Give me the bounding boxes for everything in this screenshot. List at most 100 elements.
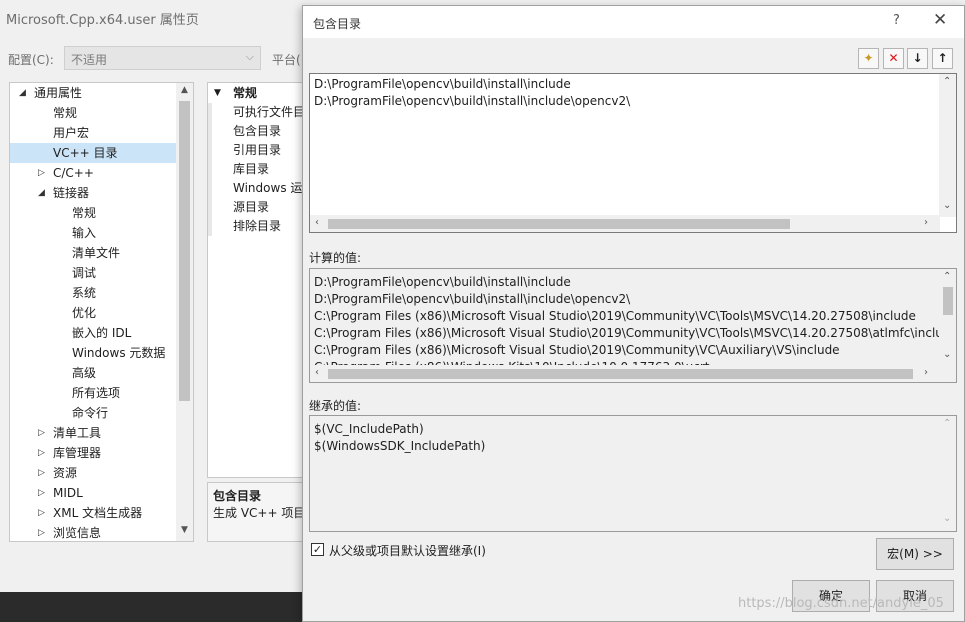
vertical-scrollbar[interactable]: ⌃ ⌄ — [939, 74, 956, 217]
tree-item-label: 优化 — [72, 306, 97, 320]
chevron-right-icon[interactable]: ▷ — [38, 503, 45, 523]
tree-item-label: C/C++ — [53, 166, 94, 180]
scroll-thumb[interactable] — [179, 101, 190, 401]
property-tree[interactable]: ◢ 通用属性 常规 用户宏 VC++ 目录 ▷ C/C++ ◢ 链接器 常规 输入 清单文件 调试 系统优… — [9, 82, 194, 542]
platform-label: 平台( — [272, 53, 301, 67]
tree-item[interactable]: ▷ 浏览信息 — [10, 523, 176, 541]
scroll-down-icon[interactable]: ▼ — [176, 525, 193, 535]
horizontal-scrollbar[interactable]: ‹ › — [310, 215, 940, 232]
scroll-left-icon[interactable]: ‹ — [315, 217, 319, 228]
tree-item[interactable]: 命令行 — [10, 403, 176, 423]
tree-item[interactable]: 输入 — [10, 223, 176, 243]
scroll-right-icon[interactable]: › — [924, 367, 928, 378]
tree-item[interactable]: 高级 — [10, 363, 176, 383]
macros-button[interactable]: 宏(M) >> — [876, 538, 954, 570]
move-up-button[interactable]: ↑ — [932, 48, 953, 69]
path-entry[interactable]: D:\ProgramFile\opencv\build\install\incl… — [314, 291, 630, 308]
tree-item-label: 系统 — [72, 286, 97, 300]
property-grid: ▼ 常规 可执行文件目 包含目录 引用目录 库目录 Windows 运源目录 排除目录 — [207, 82, 307, 478]
scroll-right-icon[interactable]: › — [924, 217, 928, 228]
new-folder-icon: ✦ — [863, 51, 874, 65]
property-row[interactable]: Windows 运 — [208, 179, 306, 198]
tree-item[interactable]: ◢ 链接器 — [10, 183, 176, 203]
property-row[interactable]: 源目录 — [208, 198, 306, 217]
delete-button[interactable]: ✕ — [883, 48, 904, 69]
tree-item[interactable]: 优化 — [10, 303, 176, 323]
path-entry[interactable]: $(VC_IncludePath) — [314, 421, 424, 438]
arrow-up-icon: ↑ — [937, 51, 948, 65]
tree-item[interactable]: ▷ 库管理器 — [10, 443, 176, 463]
tree-scrollbar[interactable]: ▲ ▼ — [176, 83, 193, 541]
tree-item[interactable]: 清单文件 — [10, 243, 176, 263]
property-row[interactable]: 排除目录 — [208, 217, 306, 236]
chevron-right-icon[interactable]: ▷ — [38, 443, 45, 463]
tree-item[interactable]: ▷ 清单工具 — [10, 423, 176, 443]
path-entry[interactable]: D:\ProgramFile\opencv\build\install\incl… — [314, 274, 571, 291]
tree-item[interactable]: ▷ MIDL — [10, 483, 176, 503]
scroll-down-icon[interactable]: ⌄ — [943, 200, 951, 211]
tree-item[interactable]: 常规 — [10, 203, 176, 223]
chevron-right-icon[interactable]: ▷ — [38, 163, 45, 183]
tree-item[interactable]: ▷ C/C++ — [10, 163, 176, 183]
property-description: 包含目录 生成 VC++ 项目 — [207, 482, 307, 542]
delete-icon: ✕ — [888, 51, 899, 65]
inherited-values-list[interactable]: $(VC_IncludePath) $(WindowsSDK_IncludePat… — [309, 415, 957, 532]
property-category[interactable]: ▼ 常规 — [208, 84, 306, 103]
help-icon[interactable]: ? — [893, 13, 900, 28]
tree-item[interactable]: 系统 — [10, 283, 176, 303]
tree-item[interactable]: ▷ 资源 — [10, 463, 176, 483]
path-entry[interactable]: D:\ProgramFile\opencv\build\install\incl… — [314, 76, 571, 93]
tree-item[interactable]: 所有选项 — [10, 383, 176, 403]
path-entry[interactable]: C:\Program Files (x86)\Microsoft Visual … — [314, 325, 951, 342]
tree-item[interactable]: VC++ 目录 — [10, 143, 176, 163]
scroll-up-icon[interactable]: ⌃ — [943, 271, 951, 282]
path-entry[interactable]: D:\ProgramFile\opencv\build\install\incl… — [314, 93, 630, 110]
scroll-up-icon[interactable]: ⌃ — [943, 76, 951, 87]
property-row[interactable]: 包含目录 — [208, 122, 306, 141]
chevron-down-icon[interactable]: ◢ — [38, 183, 45, 203]
scroll-down-icon[interactable]: ⌄ — [943, 349, 951, 360]
path-entry[interactable]: $(WindowsSDK_IncludePath) — [314, 438, 485, 455]
chevron-right-icon[interactable]: ▷ — [38, 523, 45, 541]
chevron-right-icon[interactable]: ▷ — [38, 463, 45, 483]
inherit-checkbox[interactable]: ✓ — [311, 543, 324, 556]
tree-item[interactable]: 嵌入的 IDL — [10, 323, 176, 343]
arrow-down-icon: ↓ — [912, 51, 923, 65]
tree-item[interactable]: Windows 元数据 — [10, 343, 176, 363]
close-icon[interactable]: ✕ — [933, 10, 947, 30]
vertical-scrollbar[interactable]: ⌃ ⌄ — [939, 416, 956, 531]
tree-item[interactable]: 常规 — [10, 103, 176, 123]
description-title: 包含目录 — [213, 489, 262, 503]
scroll-thumb[interactable] — [943, 287, 953, 315]
description-text: 生成 VC++ 项目 — [213, 506, 306, 520]
chevron-right-icon[interactable]: ▷ — [38, 423, 45, 443]
directories-edit-box[interactable]: D:\ProgramFile\opencv\build\install\incl… — [309, 73, 957, 233]
horizontal-scrollbar[interactable]: ‹ › — [310, 365, 940, 382]
tree-item-label: 浏览信息 — [53, 526, 102, 540]
tree-item[interactable]: 用户宏 — [10, 123, 176, 143]
scroll-left-icon[interactable]: ‹ — [315, 367, 319, 378]
move-down-button[interactable]: ↓ — [907, 48, 928, 69]
computed-values-list[interactable]: D:\ProgramFile\opencv\build\install\incl… — [309, 268, 957, 383]
scroll-up-icon[interactable]: ⌃ — [943, 418, 951, 429]
tree-item-label: 命令行 — [72, 406, 109, 420]
property-row[interactable]: 引用目录 — [208, 141, 306, 160]
configuration-select[interactable]: 不适用 ⌵ — [64, 46, 261, 70]
vertical-scrollbar[interactable]: ⌃ ⌄ — [939, 269, 956, 366]
scroll-up-icon[interactable]: ▲ — [176, 85, 193, 95]
property-row[interactable]: 可执行文件目 — [208, 103, 306, 122]
tree-item[interactable]: 调试 — [10, 263, 176, 283]
path-entry[interactable]: C:\Program Files (x86)\Microsoft Visual … — [314, 342, 840, 359]
inherit-checkbox-label[interactable]: 从父级或项目默认设置继承(I) — [329, 542, 486, 559]
tree-item[interactable]: ▷ XML 文档生成器 — [10, 503, 176, 523]
chevron-right-icon[interactable]: ▷ — [38, 483, 45, 503]
chevron-down-icon: ⌵ — [245, 50, 254, 63]
tree-item[interactable]: ◢ 通用属性 — [10, 83, 176, 103]
scroll-down-icon[interactable]: ⌄ — [943, 513, 951, 524]
path-entry[interactable]: C:\Program Files (x86)\Microsoft Visual … — [314, 308, 916, 325]
new-line-button[interactable]: ✦ — [858, 48, 879, 69]
scroll-thumb[interactable] — [328, 369, 913, 379]
chevron-down-icon[interactable]: ◢ — [19, 83, 26, 103]
property-row[interactable]: 库目录 — [208, 160, 306, 179]
scroll-thumb[interactable] — [328, 219, 790, 229]
